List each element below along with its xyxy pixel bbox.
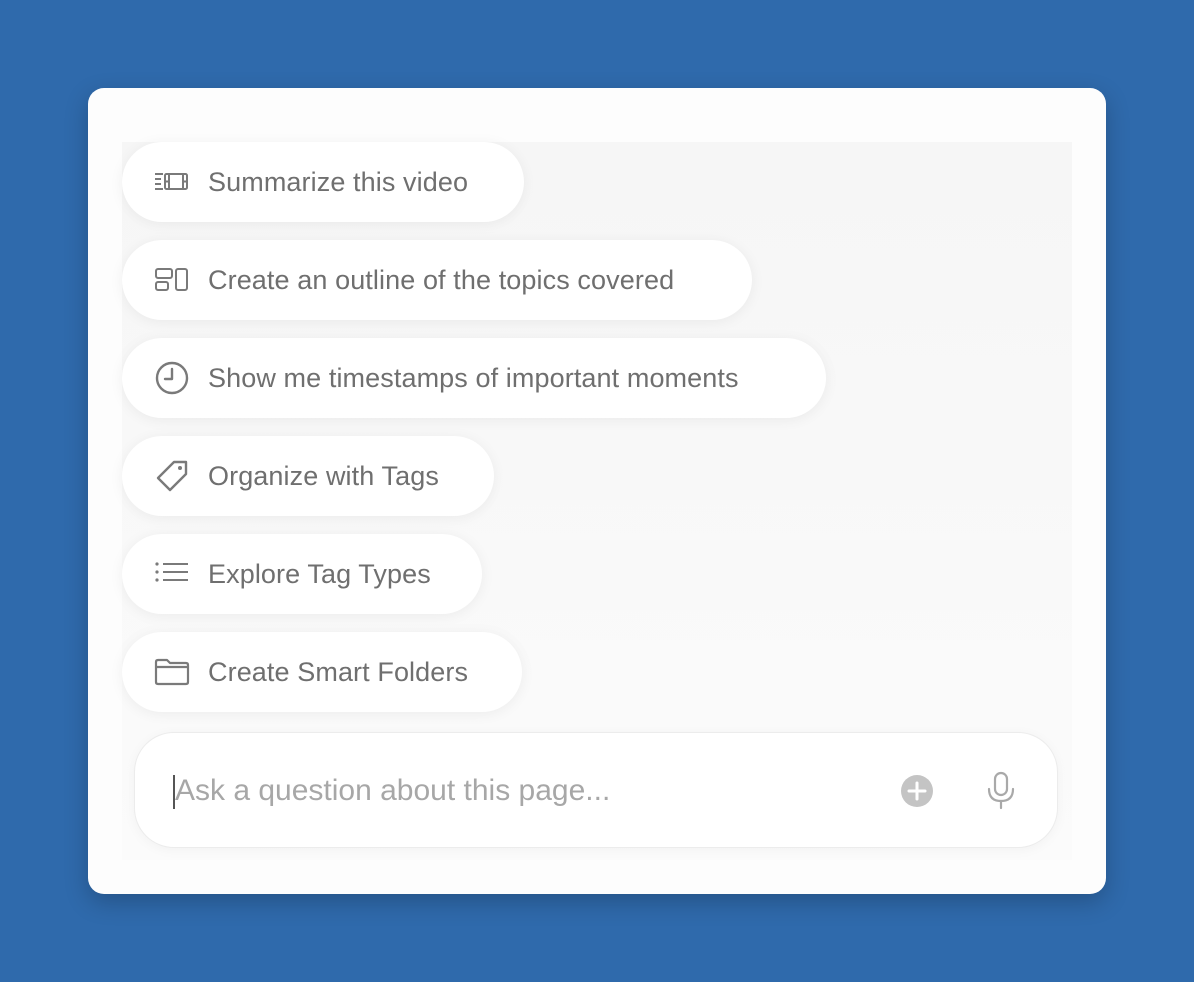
clock-icon	[154, 360, 190, 396]
add-icon[interactable]	[899, 773, 935, 809]
suggestion-show-timestamps[interactable]: Show me timestamps of important moments	[122, 338, 826, 418]
suggestion-explore-tag-types[interactable]: Explore Tag Types	[122, 534, 482, 614]
list-icon	[154, 556, 190, 592]
tag-icon	[154, 458, 190, 494]
microphone-icon[interactable]	[983, 771, 1019, 811]
suggestion-create-outline[interactable]: Create an outline of the topics covered	[122, 240, 752, 320]
suggestion-label: Create Smart Folders	[208, 656, 469, 687]
folder-icon	[154, 654, 190, 690]
suggestion-label: Show me timestamps of important moments	[208, 362, 739, 393]
suggestion-summarize-video[interactable]: Summarize this video	[122, 142, 524, 222]
suggestion-organize-tags[interactable]: Organize with Tags	[122, 436, 494, 516]
question-input[interactable]	[173, 767, 855, 815]
suggestion-label: Explore Tag Types	[208, 558, 431, 589]
suggestion-label: Create an outline of the topics covered	[208, 264, 675, 295]
suggestion-label: Summarize this video	[208, 166, 469, 197]
suggestion-create-smart-folders[interactable]: Create Smart Folders	[122, 632, 522, 712]
assistant-card: Summarize this video Create an outline o…	[88, 88, 1106, 894]
video-summary-icon	[154, 164, 190, 200]
question-input-container	[134, 732, 1058, 848]
outline-layout-icon	[154, 262, 190, 298]
suggestion-label: Organize with Tags	[208, 460, 439, 491]
